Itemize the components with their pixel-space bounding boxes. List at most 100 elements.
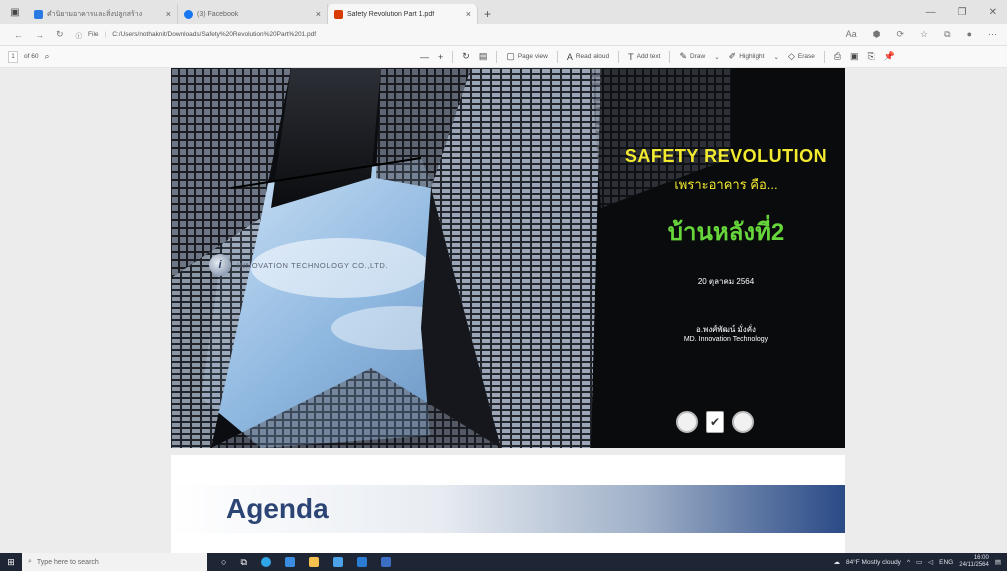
zoom-in-button[interactable]: + <box>438 52 443 62</box>
close-tab-icon[interactable]: × <box>316 9 321 19</box>
pdf-icon <box>334 9 343 19</box>
draw-dropdown-icon[interactable]: ⌄ <box>714 53 719 61</box>
cortana-icon[interactable]: ○ <box>221 557 226 567</box>
clock[interactable]: 16:00 24/11/2564 <box>959 555 989 569</box>
network-icon[interactable]: ▭ <box>916 558 922 566</box>
certification-seal-icon <box>676 411 698 433</box>
collections-icon[interactable]: ⧉ <box>944 29 950 40</box>
save-as-button[interactable]: ⎘ <box>868 51 875 62</box>
more-icon[interactable]: ⋯ <box>988 29 997 40</box>
notifications-icon[interactable]: ▤ <box>995 558 1001 566</box>
add-text-icon: T <box>628 51 634 62</box>
page-view-icon: ▢ <box>506 51 515 61</box>
tab-favicon-icon <box>34 9 43 19</box>
highlight-button[interactable]: ✐ Highlight <box>729 51 765 62</box>
close-window-icon[interactable]: ✕ <box>989 7 997 18</box>
page-view-button[interactable]: ▢ Page view <box>506 51 548 62</box>
pdf-page-2: Agenda <box>171 455 845 555</box>
back-icon[interactable]: ← <box>14 30 23 40</box>
add-text-button[interactable]: T Add text <box>628 52 660 62</box>
file-explorer-icon[interactable] <box>308 557 319 567</box>
divider <box>823 50 825 63</box>
presenter-role: MD. Innovation Technology <box>683 336 769 343</box>
mail-icon[interactable] <box>356 557 367 567</box>
refresh-page-icon[interactable]: ⟳ <box>897 29 905 40</box>
windows-start-icon[interactable]: ⊞ <box>0 553 22 571</box>
divider <box>618 50 620 63</box>
print-button[interactable]: ⎙ <box>834 51 841 62</box>
clock-time: 16:00 <box>973 555 989 561</box>
weather-icon[interactable]: ☁ <box>833 558 840 566</box>
save-button[interactable]: ▣ <box>850 51 859 62</box>
tray-chevron-icon[interactable]: ^ <box>907 559 910 566</box>
language-indicator[interactable]: ENG <box>939 559 953 566</box>
edge-icon[interactable] <box>260 557 271 567</box>
presenter-name: อ.พงศ์พัฒน์ มั่งคั่ง <box>696 325 756 334</box>
url-field[interactable]: ⓘ File | C:/Users/nothaknit/Downloads/Sa… <box>76 30 636 40</box>
weather-text[interactable]: 84°F Mostly cloudy <box>846 559 901 566</box>
clock-date: 24/11/2564 <box>959 562 989 568</box>
favorite-icon[interactable]: ☆ <box>920 29 928 40</box>
tab-facebook[interactable]: (3) Facebook × <box>178 4 328 24</box>
slide-title: SAFETY REVOLUTION <box>624 146 828 166</box>
volume-icon[interactable]: ◁ <box>928 558 933 566</box>
new-tab-button[interactable]: + <box>484 7 491 21</box>
pdf-toolbar: 1 of 60 ⌕ — + ↻ ▤ ▢ Page view A Read aloud… <box>0 46 1007 68</box>
rotate-icon: ↻ <box>462 51 470 61</box>
store-icon[interactable] <box>332 557 343 567</box>
tab-title: คำนิยามอาคารและสิ่งปลูกสร้าง <box>47 10 143 18</box>
close-tab-icon[interactable]: × <box>166 9 171 19</box>
info-icon: ⓘ <box>75 32 83 40</box>
pdf-viewer[interactable]: i INNOVATION TECHNOLOGY CO.,LTD. SAFETY … <box>0 68 1007 555</box>
draw-button[interactable]: ✎ Draw <box>679 51 705 62</box>
taskbar-apps: ○ ⧉ <box>207 557 391 568</box>
search-icon[interactable]: ⌕ <box>44 51 49 62</box>
page-count-label: of 60 <box>24 53 39 60</box>
slide-headline: บ้านหลังที่2 <box>667 219 785 246</box>
divider <box>452 50 454 63</box>
url-divider: | <box>104 31 107 38</box>
divider <box>669 50 671 63</box>
logo-text: INNOVATION TECHNOLOGY CO.,LTD. <box>237 260 389 270</box>
browser-actions: Aa ⬢ ⟳ ☆ ⧉ ● ⋯ <box>846 29 997 40</box>
window-menu-icon[interactable]: ▣ <box>6 3 24 21</box>
fit-page-icon: ▤ <box>478 51 488 61</box>
save-as-icon: ⎘ <box>867 51 875 61</box>
eraser-icon: ◇ <box>787 51 795 61</box>
restore-icon[interactable]: ❐ <box>958 7 967 18</box>
rotate-button[interactable]: ↻ <box>462 51 470 62</box>
draw-icon: ✎ <box>679 51 688 61</box>
certification-check-icon: ✔ <box>706 411 724 433</box>
minimize-icon[interactable]: — <box>926 7 936 18</box>
tab-title: (3) Facebook <box>197 10 239 18</box>
windows-taskbar: ⊞ ⌕ Type here to search ○ ⧉ ☁ 84°F Mostl… <box>0 553 1007 571</box>
task-view-icon[interactable]: ⧉ <box>240 557 246 568</box>
forward-icon[interactable]: → <box>35 30 44 40</box>
address-bar: ← → ↻ ⓘ File | C:/Users/nothaknit/Downlo… <box>0 24 1007 46</box>
erase-button[interactable]: ◇ Erase <box>788 51 815 62</box>
close-tab-icon[interactable]: × <box>466 9 471 19</box>
highlight-dropdown-icon[interactable]: ⌄ <box>773 53 778 61</box>
system-tray: ☁ 84°F Mostly cloudy ^ ▭ ◁ ENG 16:00 24/… <box>833 555 1001 569</box>
zoom-out-button[interactable]: — <box>420 52 429 62</box>
profile-icon[interactable]: ● <box>967 29 972 40</box>
read-aloud-button[interactable]: A Read aloud <box>567 52 609 62</box>
fit-page-button[interactable]: ▤ <box>479 51 488 62</box>
taskbar-search-input[interactable]: ⌕ Type here to search <box>22 553 207 571</box>
app-icon[interactable] <box>284 557 295 567</box>
url-text: C:/Users/nothaknit/Downloads/Safety%20Re… <box>112 31 317 38</box>
slide-date: 20 ตุลาคม 2564 <box>697 277 755 286</box>
read-mode-icon[interactable]: Aa <box>846 29 857 40</box>
extension-icon[interactable]: ⬢ <box>873 29 881 40</box>
refresh-icon[interactable]: ↻ <box>56 29 64 40</box>
app-icon[interactable] <box>380 557 391 567</box>
tab-building-definitions[interactable]: คำนิยามอาคารและสิ่งปลูกสร้าง × <box>28 4 178 24</box>
divider <box>556 50 558 63</box>
page-heading: Agenda <box>226 493 329 524</box>
page-number-input[interactable]: 1 <box>8 50 18 63</box>
print-icon: ⎙ <box>833 51 842 61</box>
tab-safety-revolution-pdf[interactable]: Safety Revolution Part 1.pdf × <box>328 4 478 24</box>
certification-seal-icon <box>732 411 754 433</box>
pin-toolbar-button[interactable]: 📌 <box>884 51 895 62</box>
window-controls: — ❐ ✕ <box>926 0 1007 24</box>
